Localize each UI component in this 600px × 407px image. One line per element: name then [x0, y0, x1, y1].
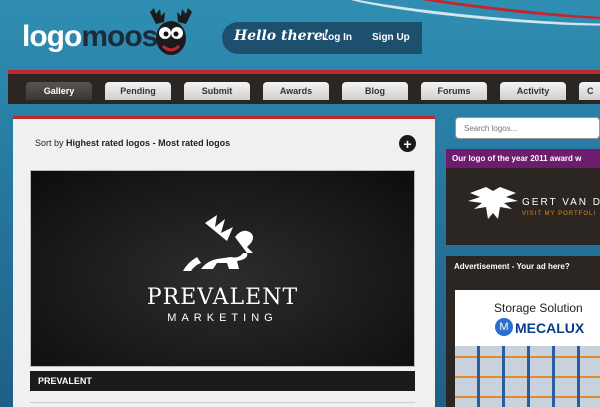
tab-pending[interactable]: Pending	[105, 82, 171, 100]
add-button[interactable]: +	[399, 135, 416, 152]
tab-submit[interactable]: Submit	[184, 82, 250, 100]
sort-most-rated-link[interactable]: Most rated logos	[158, 138, 230, 148]
sidebar: Our logo of the year 2011 award w GERT V…	[446, 110, 600, 407]
warehouse-image	[455, 346, 600, 407]
award-header: Our logo of the year 2011 award w	[446, 149, 600, 168]
tab-activity[interactable]: Activity	[500, 82, 566, 100]
greeting-text: Hello there!	[234, 28, 329, 44]
sort-bar: Sort by Highest rated logos - Most rated…	[35, 138, 230, 148]
griffin-icon	[183, 215, 253, 271]
top-navigation: Hello there! Log In Sign Up	[222, 22, 422, 54]
main-tab-bar: Gallery Pending Submit Awards Blog Forum…	[8, 70, 600, 104]
tab-blog[interactable]: Blog	[342, 82, 408, 100]
featured-logo-card[interactable]: PREVALENT MARKETING	[30, 170, 415, 367]
tab-awards[interactable]: Awards	[263, 82, 329, 100]
search-input[interactable]	[455, 117, 600, 139]
tab-forums[interactable]: Forums	[421, 82, 487, 100]
sort-highest-rated-link[interactable]: Highest rated logos	[66, 138, 150, 148]
ad-title: Storage Solution	[494, 301, 583, 315]
brand-mark-icon: M	[495, 318, 513, 336]
award-portfolio-link[interactable]: VISIT MY PORTFOLI	[522, 211, 596, 217]
ad-banner[interactable]: Storage Solution M MECALUX	[455, 290, 600, 407]
tab-overflow[interactable]: C	[579, 82, 600, 100]
content-divider	[30, 402, 415, 403]
award-winner-name: GERT VAN DU	[522, 197, 600, 208]
gallery-panel: Sort by Highest rated logos - Most rated…	[13, 116, 435, 407]
sort-prefix: Sort by	[35, 138, 64, 148]
award-box[interactable]: Our logo of the year 2011 award w GERT V…	[446, 149, 600, 245]
eagle-logo-icon	[468, 187, 518, 219]
sort-separator: -	[152, 138, 156, 148]
login-link[interactable]: Log In	[322, 32, 352, 43]
featured-logo-name: PREVALENT	[146, 285, 299, 310]
signup-link[interactable]: Sign Up	[372, 32, 410, 43]
ad-brand: MECALUX	[515, 320, 585, 336]
featured-logo-subtitle: MARKETING	[167, 312, 278, 324]
moose-mascot-icon	[150, 8, 192, 55]
site-header: logomoose Hello there! Log In Sign Up	[0, 0, 600, 78]
featured-logo-caption[interactable]: PREVALENT	[30, 371, 415, 391]
advertisement-box: Advertisement - Your ad here? Storage So…	[446, 256, 600, 407]
ad-header: Advertisement - Your ad here?	[454, 262, 570, 271]
logo-text-part1: logo	[22, 20, 82, 53]
tab-gallery[interactable]: Gallery	[26, 82, 92, 100]
